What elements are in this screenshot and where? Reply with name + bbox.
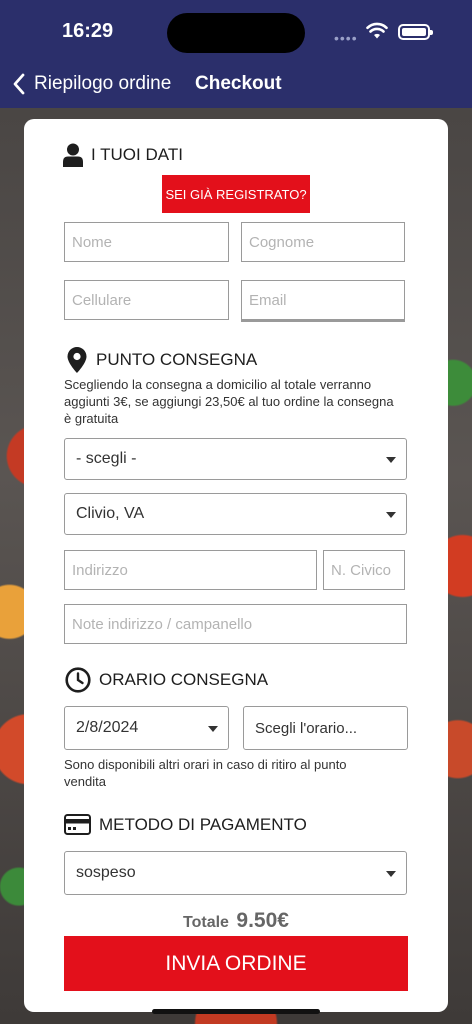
- total-value: 9.50€: [236, 909, 289, 932]
- caret-down-icon: [208, 726, 218, 732]
- caret-down-icon: [386, 457, 396, 463]
- delivery-point-value: - scegli -: [76, 450, 137, 467]
- order-total: Totale 9.50€: [0, 909, 472, 933]
- city-value: Clivio, VA: [76, 505, 145, 522]
- date-select[interactable]: 2/8/2024: [64, 706, 229, 750]
- status-bar: 16:29 ••••: [0, 0, 472, 64]
- pickup-times-note: Sono disponibili altri orari in caso di …: [64, 757, 347, 789]
- back-label: Riepilogo ordine: [34, 73, 172, 94]
- delivery-point-title: PUNTO CONSEGNA: [96, 350, 258, 369]
- delivery-point-select[interactable]: - scegli -: [64, 438, 407, 480]
- submit-order-button[interactable]: INVIA ORDINE: [64, 936, 408, 991]
- name-input[interactable]: Nome: [64, 222, 229, 262]
- user-icon: [63, 143, 83, 167]
- caret-down-icon: [386, 871, 396, 877]
- battery-icon: [398, 24, 433, 40]
- payment-method-title: METODO DI PAGAMENTO: [99, 814, 307, 834]
- payment-method-value: sospeso: [76, 864, 136, 881]
- already-registered-button[interactable]: SEI GIÀ REGISTRATO?: [162, 175, 310, 213]
- chevron-left-icon: [13, 73, 25, 95]
- payment-method-select[interactable]: sospeso: [64, 851, 407, 895]
- back-button[interactable]: Riepilogo ordine: [12, 70, 171, 98]
- time-select[interactable]: Scegli l'orario...: [243, 706, 408, 750]
- payment-method-heading: METODO DI PAGAMENTO: [64, 814, 307, 835]
- personal-data-title: I TUOI DATI: [91, 145, 183, 164]
- address-input[interactable]: Indirizzo: [64, 550, 317, 590]
- civic-number-input[interactable]: N. Civico: [323, 550, 405, 590]
- credit-card-icon: [64, 814, 91, 835]
- location-pin-icon: [67, 347, 87, 373]
- address-notes-input[interactable]: Note indirizzo / campanello: [64, 604, 407, 644]
- home-indicator: [152, 1009, 320, 1014]
- time-value: Scegli l'orario...: [255, 719, 358, 737]
- surname-input[interactable]: Cognome: [241, 222, 405, 262]
- delivery-time-title: ORARIO CONSEGNA: [99, 670, 269, 689]
- total-label: Totale: [183, 914, 229, 931]
- date-value: 2/8/2024: [76, 719, 139, 736]
- caret-down-icon: [386, 512, 396, 518]
- email-input[interactable]: Email: [241, 280, 405, 320]
- delivery-fee-note: Scegliendo la consegna a domicilio al to…: [64, 377, 394, 426]
- signal-dots: ••••: [334, 30, 358, 46]
- phone-input[interactable]: Cellulare: [64, 280, 229, 320]
- page-title: Checkout: [195, 73, 282, 94]
- status-time: 16:29: [62, 20, 114, 42]
- clock-icon: [65, 667, 91, 693]
- personal-data-heading: I TUOI DATI: [63, 143, 183, 167]
- delivery-point-heading: PUNTO CONSEGNA: [66, 346, 257, 374]
- wifi-icon: [366, 22, 388, 39]
- delivery-time-heading: ORARIO CONSEGNA: [65, 667, 268, 693]
- dynamic-island: [167, 13, 305, 53]
- navigation-bar: Riepilogo ordine Checkout: [0, 64, 472, 108]
- city-select[interactable]: Clivio, VA: [64, 493, 407, 535]
